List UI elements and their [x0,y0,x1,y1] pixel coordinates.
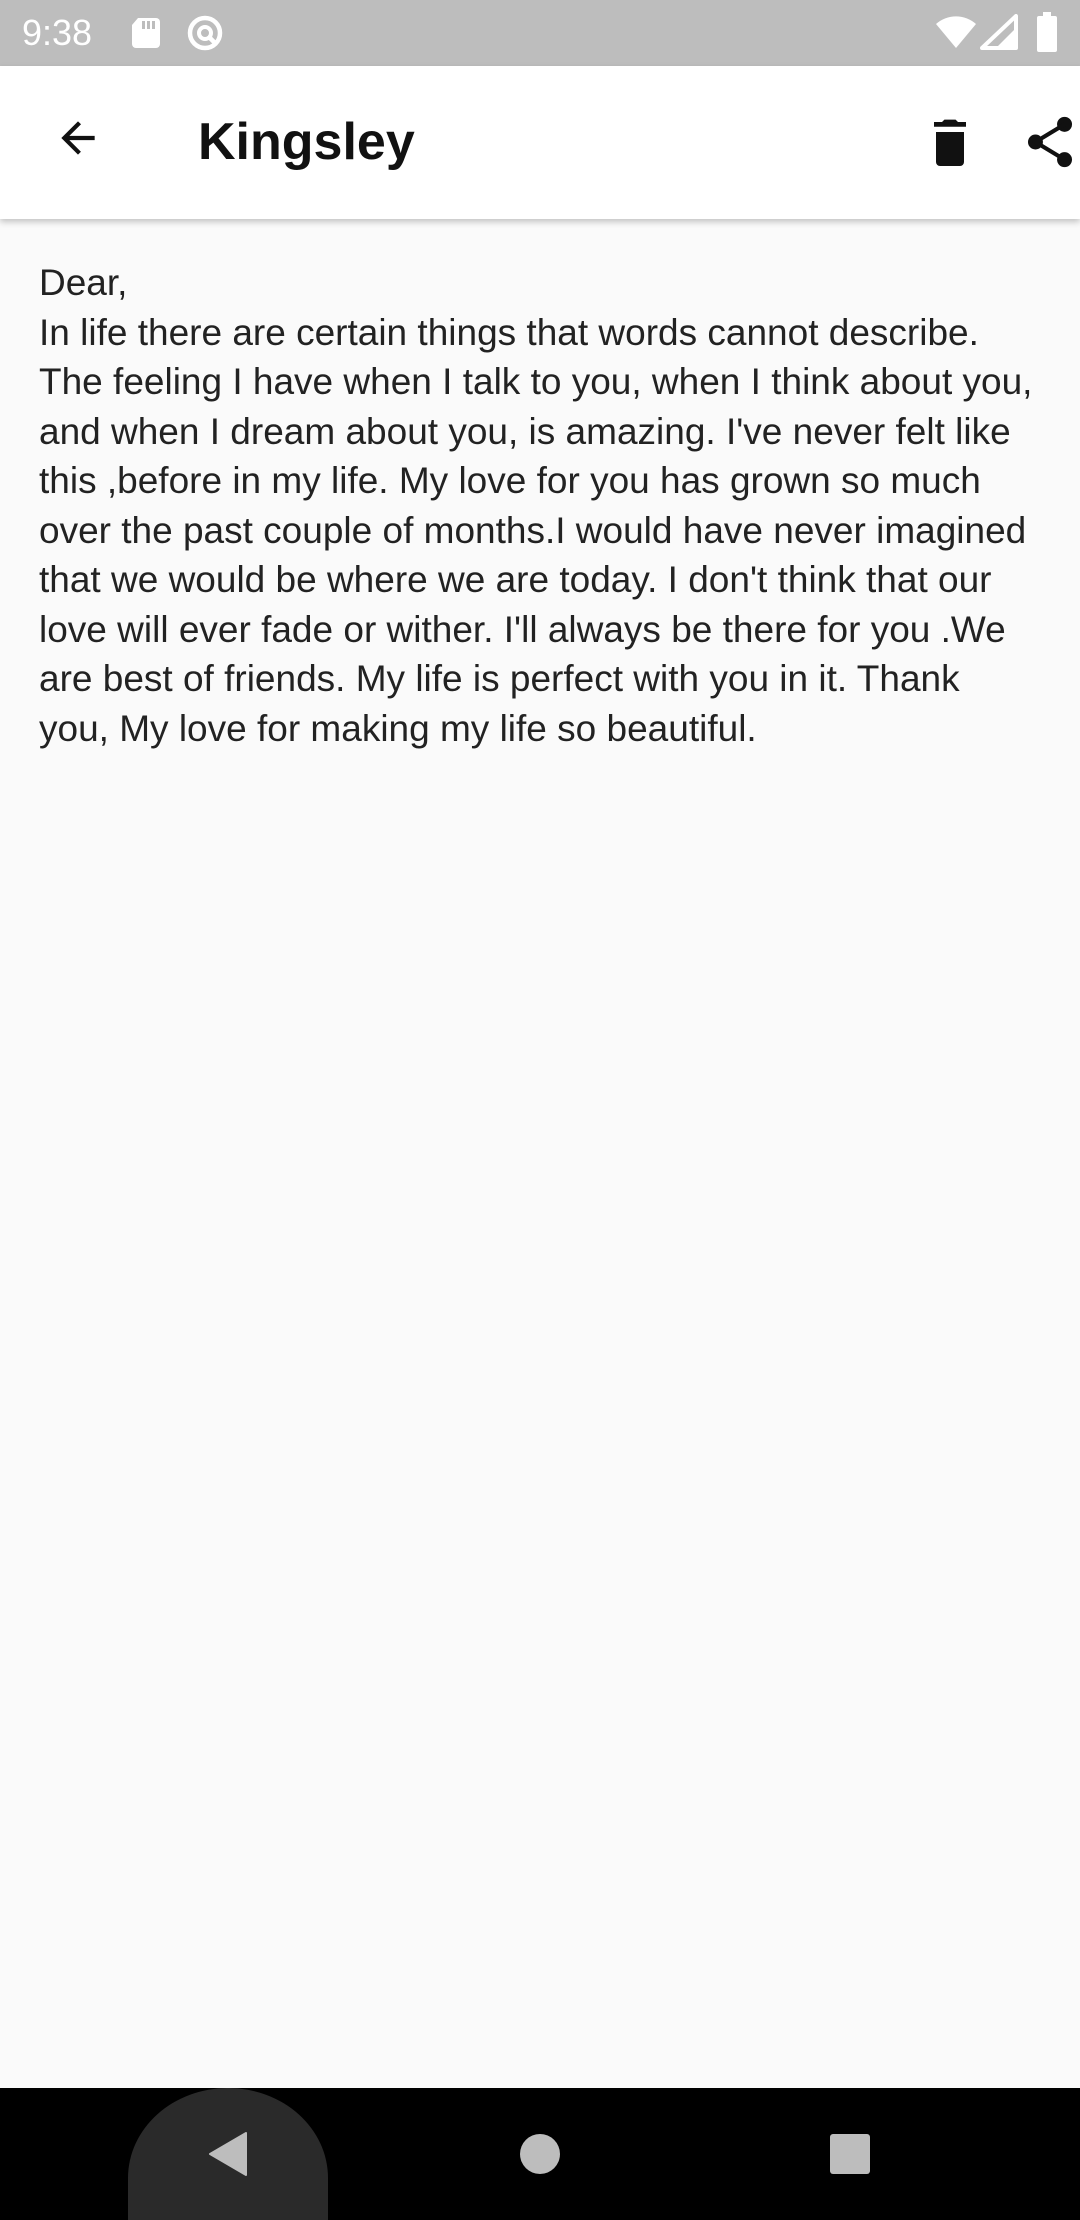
share-icon [1027,116,1073,168]
back-button[interactable] [38,98,118,178]
share-button[interactable] [1010,102,1080,182]
note-content: Dear, In life there are certain things t… [39,258,1039,753]
status-bar: 9:38 [0,0,1080,66]
trash-icon [934,119,966,166]
nav-back-icon [209,2132,247,2176]
wifi-icon [935,14,977,55]
battery-icon [1036,12,1058,57]
page-title: Kingsley [198,113,415,171]
signal-icon [980,14,1018,55]
nav-home-button[interactable] [500,2114,580,2194]
nav-back-button[interactable] [188,2114,268,2194]
screen: 9:38 Kingsley Dear, In life there are ce… [0,0,1080,2220]
nav-recents-button[interactable] [810,2114,890,2194]
app-bar: Kingsley [0,66,1080,219]
back-arrow-icon [61,121,95,155]
navigation-bar [0,2088,1080,2220]
nav-home-icon [520,2134,560,2174]
note-body: In life there are certain things that wo… [39,311,1033,749]
status-time: 9:38 [22,12,93,53]
note-greeting: Dear, [39,262,128,303]
sd-card-icon [130,16,162,55]
nav-recents-icon [830,2134,870,2174]
sync-icon [186,14,224,57]
delete-button[interactable] [910,102,990,182]
